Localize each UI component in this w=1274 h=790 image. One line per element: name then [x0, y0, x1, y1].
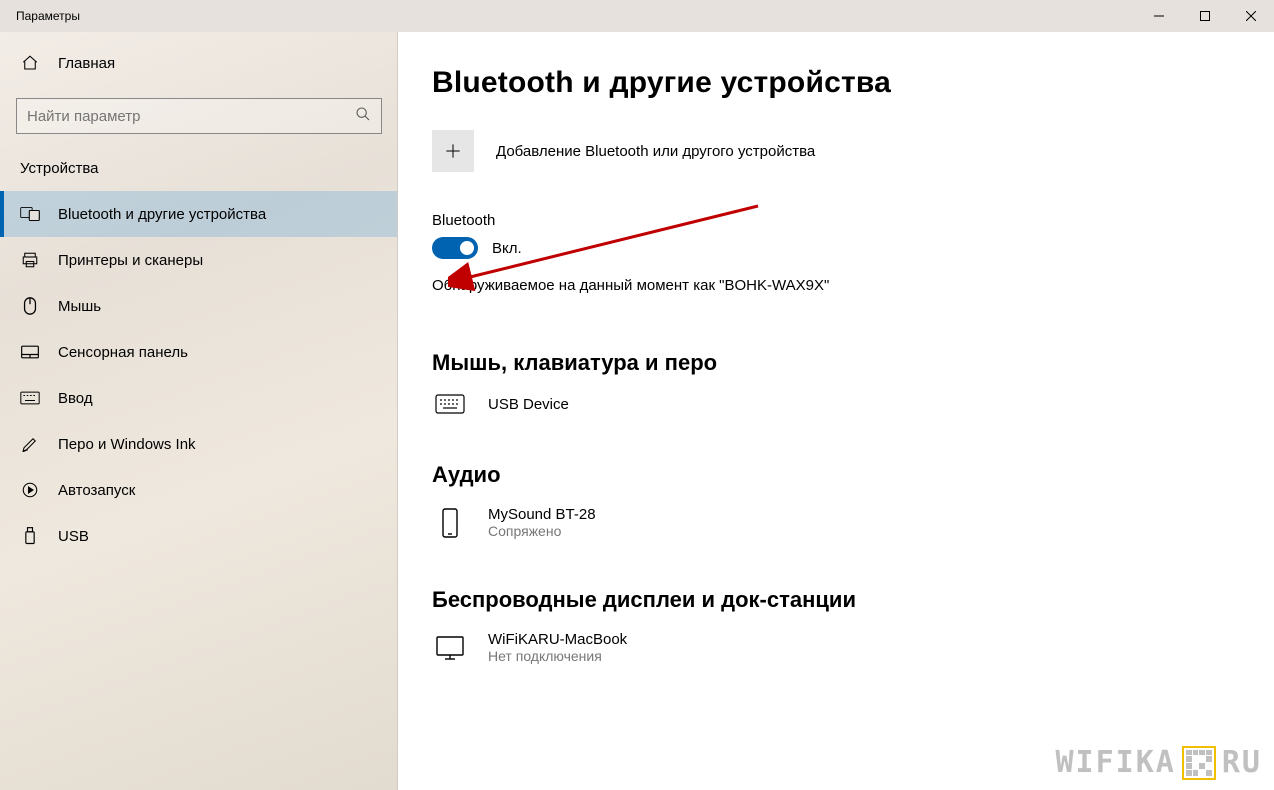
maximize-button[interactable] [1182, 0, 1228, 32]
qr-icon [1182, 746, 1216, 780]
content-area: Bluetooth и другие устройства Добавление… [398, 32, 1274, 790]
sidebar-item-label: USB [58, 528, 89, 545]
sidebar-item-label: Автозапуск [58, 482, 135, 499]
home-link[interactable]: Главная [0, 32, 398, 94]
sidebar-item-usb[interactable]: USB [0, 513, 398, 559]
phone-device-icon [432, 507, 468, 539]
touchpad-icon [20, 344, 40, 360]
window-controls [1136, 0, 1274, 32]
device-text: MySound BT-28 Сопряжено [488, 506, 596, 539]
sidebar-item-mouse[interactable]: Мышь [0, 283, 398, 329]
titlebar: Параметры [0, 0, 1274, 32]
pen-icon [20, 435, 40, 453]
device-text: WiFiKARU-MacBook Нет подключения [488, 631, 627, 664]
watermark-text-right: RU [1222, 745, 1262, 780]
device-status: Нет подключения [488, 648, 627, 664]
keyboard-device-icon [432, 394, 468, 414]
sidebar-item-printers[interactable]: Принтеры и сканеры [0, 237, 398, 283]
usb-icon [20, 526, 40, 546]
sidebar-item-label: Bluetooth и другие устройства [58, 206, 266, 223]
plus-icon [432, 130, 474, 172]
device-name: MySound BT-28 [488, 506, 596, 523]
sidebar-item-bluetooth[interactable]: Bluetooth и другие устройства [0, 191, 398, 237]
toggle-state-label: Вкл. [492, 240, 522, 257]
devices-icon [20, 206, 40, 222]
add-device-button[interactable]: Добавление Bluetooth или другого устройс… [432, 130, 1272, 172]
section-wireless-title: Беспроводные дисплеи и док-станции [432, 587, 1272, 613]
search-container [16, 98, 382, 134]
sidebar-section-title: Устройства [0, 152, 398, 191]
autoplay-icon [20, 481, 40, 499]
device-name: WiFiKARU-MacBook [488, 631, 627, 648]
bluetooth-toggle[interactable] [432, 237, 478, 259]
sidebar-item-pen[interactable]: Перо и Windows Ink [0, 421, 398, 467]
discoverable-text: Обнаруживаемое на данный момент как "BOH… [432, 277, 1272, 294]
sidebar-item-label: Сенсорная панель [58, 344, 188, 361]
monitor-device-icon [432, 635, 468, 661]
home-label: Главная [58, 55, 115, 72]
bluetooth-label: Bluetooth [432, 212, 1272, 229]
add-device-label: Добавление Bluetooth или другого устройс… [496, 143, 815, 160]
watermark: WIFIKA RU [1056, 745, 1263, 780]
sidebar-item-label: Принтеры и сканеры [58, 252, 203, 269]
device-status: Сопряжено [488, 523, 596, 539]
sidebar-item-label: Мышь [58, 298, 101, 315]
search-icon [355, 106, 371, 127]
bluetooth-toggle-row: Вкл. [432, 237, 1272, 259]
sidebar-item-autoplay[interactable]: Автозапуск [0, 467, 398, 513]
keyboard-icon [20, 391, 40, 405]
close-button[interactable] [1228, 0, 1274, 32]
sidebar-item-typing[interactable]: Ввод [0, 375, 398, 421]
device-audio[interactable]: MySound BT-28 Сопряжено [432, 504, 1272, 541]
home-icon [20, 54, 40, 72]
mouse-icon [20, 296, 40, 316]
printer-icon [20, 251, 40, 269]
search-box[interactable] [16, 98, 382, 134]
section-audio-title: Аудио [432, 462, 1272, 488]
search-input[interactable] [27, 108, 355, 125]
section-mouse-title: Мышь, клавиатура и перо [432, 350, 1272, 376]
device-name: USB Device [488, 396, 569, 413]
sidebar: Главная Устройства Bluetooth и другие ус… [0, 32, 398, 790]
minimize-button[interactable] [1136, 0, 1182, 32]
watermark-text-left: WIFIKA [1056, 745, 1176, 780]
window-title: Параметры [0, 9, 80, 23]
sidebar-item-label: Ввод [58, 390, 93, 407]
device-usb[interactable]: USB Device [432, 392, 1272, 416]
device-wireless-display[interactable]: WiFiKARU-MacBook Нет подключения [432, 629, 1272, 666]
toggle-knob [460, 241, 474, 255]
sidebar-item-touchpad[interactable]: Сенсорная панель [0, 329, 398, 375]
page-title: Bluetooth и другие устройства [432, 66, 1272, 100]
device-text: USB Device [488, 396, 569, 413]
sidebar-item-label: Перо и Windows Ink [58, 436, 196, 453]
app-body: Главная Устройства Bluetooth и другие ус… [0, 32, 1274, 790]
